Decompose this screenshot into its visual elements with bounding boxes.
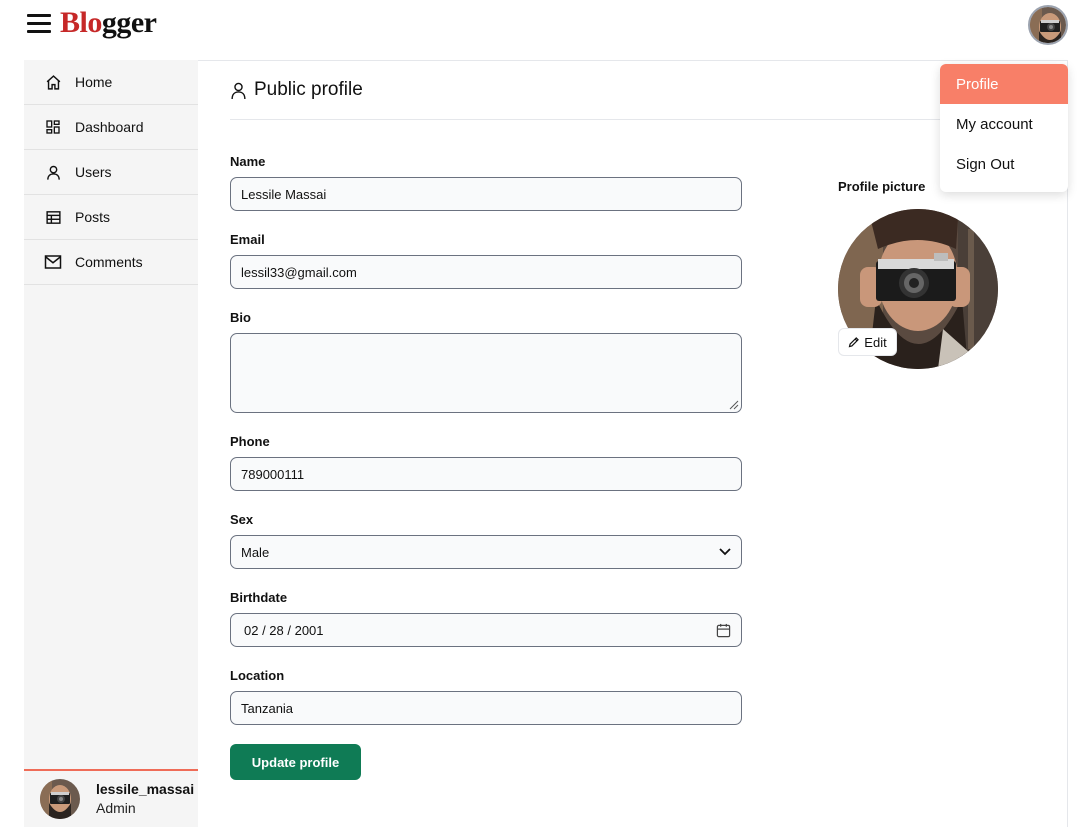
phone-field[interactable]: 789000111	[230, 457, 742, 491]
sidebar-item-label: Dashboard	[75, 119, 144, 135]
sidebar-user-info: lessile_massai Admin	[96, 780, 194, 818]
chevron-down-icon	[719, 548, 731, 556]
bio-textarea[interactable]	[230, 333, 742, 413]
account-dropdown-menu: Profile My account Sign Out	[940, 64, 1068, 192]
brand-part-1: Blo	[60, 6, 102, 39]
top-header: Blogger	[0, 0, 1092, 52]
pencil-icon	[848, 337, 860, 348]
phone-label: Phone	[230, 434, 270, 449]
location-value: Tanzania	[241, 700, 294, 716]
sidebar-item-posts[interactable]: Posts	[24, 195, 198, 240]
email-field[interactable]: lessil33@gmail.com	[230, 255, 742, 289]
birthdate-field[interactable]: 02 / 28 / 2001	[230, 613, 742, 647]
sidebar-item-comments[interactable]: Comments	[24, 240, 198, 285]
profile-picture-label: Profile picture	[838, 179, 926, 194]
sex-value: Male	[241, 544, 270, 560]
table-icon	[44, 208, 62, 226]
sidebar-user-role: Admin	[96, 800, 136, 816]
menu-item-profile[interactable]: Profile	[940, 64, 1068, 104]
resize-grip-icon[interactable]	[729, 400, 739, 410]
birthdate-label: Birthdate	[230, 590, 288, 605]
phone-value: 789000111	[241, 466, 305, 482]
page-header: Public profile	[230, 61, 1040, 120]
sidebar-item-users[interactable]: Users	[24, 150, 198, 195]
email-label: Email	[230, 232, 265, 247]
page-title: Public profile	[254, 79, 363, 100]
sidebar-item-label: Posts	[75, 209, 111, 225]
header-avatar[interactable]	[1028, 5, 1068, 45]
sidebar-user-footer[interactable]: lessile_massai Admin	[24, 769, 198, 827]
sidebar-item-dashboard[interactable]: Dashboard	[24, 105, 198, 150]
brand-logo[interactable]: Blogger	[60, 6, 157, 40]
menu-item-sign-out[interactable]: Sign Out	[940, 144, 1068, 184]
location-field[interactable]: Tanzania	[230, 691, 742, 725]
avatar	[40, 779, 80, 819]
edit-picture-button[interactable]: Edit	[838, 328, 897, 356]
sidebar-item-label: Home	[75, 74, 113, 90]
sidebar-item-label: Users	[75, 164, 112, 180]
sex-select[interactable]: Male	[230, 535, 742, 569]
hamburger-icon[interactable]	[27, 14, 51, 34]
update-profile-button[interactable]: Update profile	[230, 744, 361, 780]
location-label: Location	[230, 668, 285, 683]
sidebar-item-label: Comments	[75, 254, 143, 270]
menu-item-my-account[interactable]: My account	[940, 104, 1068, 144]
profile-form: Name Lessile Massai Email lessil33@gmail…	[230, 153, 742, 725]
brand-part-2: gger	[101, 6, 157, 39]
home-icon	[44, 73, 62, 91]
name-label: Name	[230, 154, 266, 169]
email-value: lessil33@gmail.com	[241, 264, 357, 280]
bio-label: Bio	[230, 310, 251, 325]
mail-icon	[44, 253, 62, 271]
name-value: Lessile Massai	[241, 186, 327, 202]
user-icon	[230, 80, 248, 100]
main-content: Public profile Name Lessile Massai Email…	[198, 60, 1068, 827]
sidebar: Home Dashboard Users Posts Comments less…	[24, 60, 198, 827]
calendar-icon[interactable]	[716, 623, 731, 638]
sidebar-username: lessile_massai	[96, 781, 195, 797]
name-field[interactable]: Lessile Massai	[230, 177, 742, 211]
birthdate-value: 02 / 28 / 2001	[244, 622, 324, 638]
sex-label: Sex	[230, 512, 254, 527]
sidebar-item-home[interactable]: Home	[24, 60, 198, 105]
edit-label: Edit	[864, 334, 887, 350]
dashboard-icon	[44, 118, 62, 136]
user-icon	[44, 163, 62, 181]
